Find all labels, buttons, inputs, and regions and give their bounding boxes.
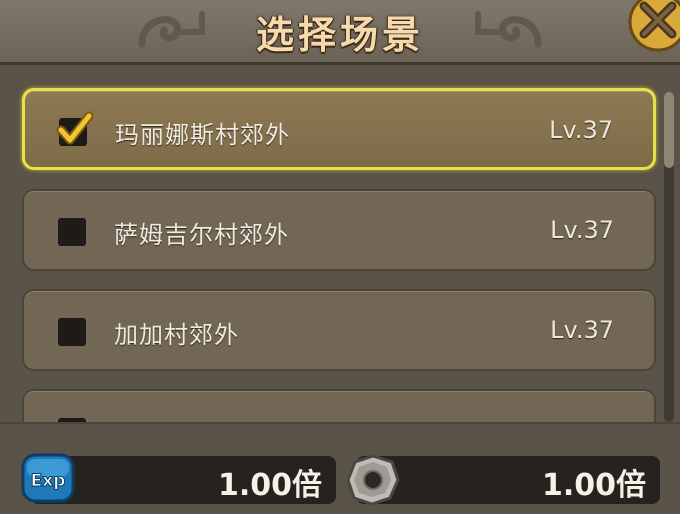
scene-list: 玛丽娜斯村郊外 Lv.37 萨姆吉尔村郊外 Lv.37 加加村郊外 Lv.37 (0, 65, 680, 422)
scrollbar-thumb[interactable] (664, 92, 674, 168)
close-icon (628, 0, 680, 52)
scene-level: Lv.37 (549, 116, 613, 144)
scene-row-samgir[interactable]: 萨姆吉尔村郊外 Lv.37 (22, 189, 656, 271)
stone-ring-icon (346, 454, 400, 506)
scene-checkbox[interactable] (58, 318, 86, 346)
scene-level: Lv.37 (550, 316, 614, 344)
scene-row-gaga[interactable]: 加加村郊外 Lv.37 (22, 289, 656, 371)
scene-row-marinas[interactable]: 玛丽娜斯村郊外 Lv.37 (22, 88, 656, 170)
scene-name: 加加村郊外 (114, 321, 239, 349)
header-bar: 选择场景 (0, 0, 680, 65)
multiplier-bar: 1.00倍 Exp 1.00倍 (0, 422, 680, 514)
drop-multiplier-value: 1.00倍 (541, 468, 646, 503)
scene-name: 玛丽娜斯村郊外 (115, 121, 290, 149)
exp-icon-label: Exp (31, 471, 66, 491)
scene-checkbox[interactable] (56, 111, 94, 146)
scene-name: 萨姆吉尔村郊外 (114, 221, 289, 249)
close-button[interactable] (628, 0, 680, 62)
scene-row-partial[interactable] (22, 389, 656, 422)
scrollbar[interactable] (664, 92, 674, 422)
scene-checkbox[interactable] (58, 218, 86, 246)
exp-multiplier-value: 1.00倍 (217, 468, 322, 503)
exp-icon: Exp (21, 453, 75, 503)
page-title: 选择场景 (255, 13, 424, 57)
scene-level: Lv.37 (550, 216, 614, 244)
checkmark-icon (56, 111, 94, 145)
